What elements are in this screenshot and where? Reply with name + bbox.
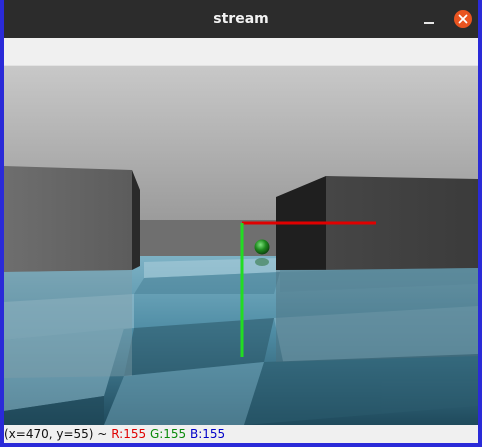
green-ball (254, 239, 270, 255)
left-box-reflection (4, 270, 132, 378)
render-viewport[interactable] (4, 66, 478, 425)
status-blue-value: B:155 (190, 427, 226, 441)
status-bar: (x=470, y=55) ~ R:155 G:155 B:155 (4, 425, 478, 443)
scene-canvas (4, 66, 478, 425)
toolbar (4, 38, 478, 66)
status-coords: (x=470, y=55) ~ (4, 427, 108, 441)
close-button[interactable] (454, 10, 472, 28)
title-bar[interactable]: stream (4, 0, 478, 38)
app-window: stream (x=470, y=55) ~ R:155 G:155 B:155 (0, 0, 482, 447)
left-box-front (4, 166, 132, 272)
right-box-reflection (276, 268, 478, 362)
status-green-value: G:155 (149, 427, 187, 441)
status-red-value: R:155 (111, 427, 147, 441)
minimize-icon (424, 22, 434, 24)
minimize-button[interactable] (420, 10, 438, 28)
window-title: stream (213, 11, 269, 27)
close-icon (458, 14, 468, 24)
ball-reflection (255, 258, 269, 266)
